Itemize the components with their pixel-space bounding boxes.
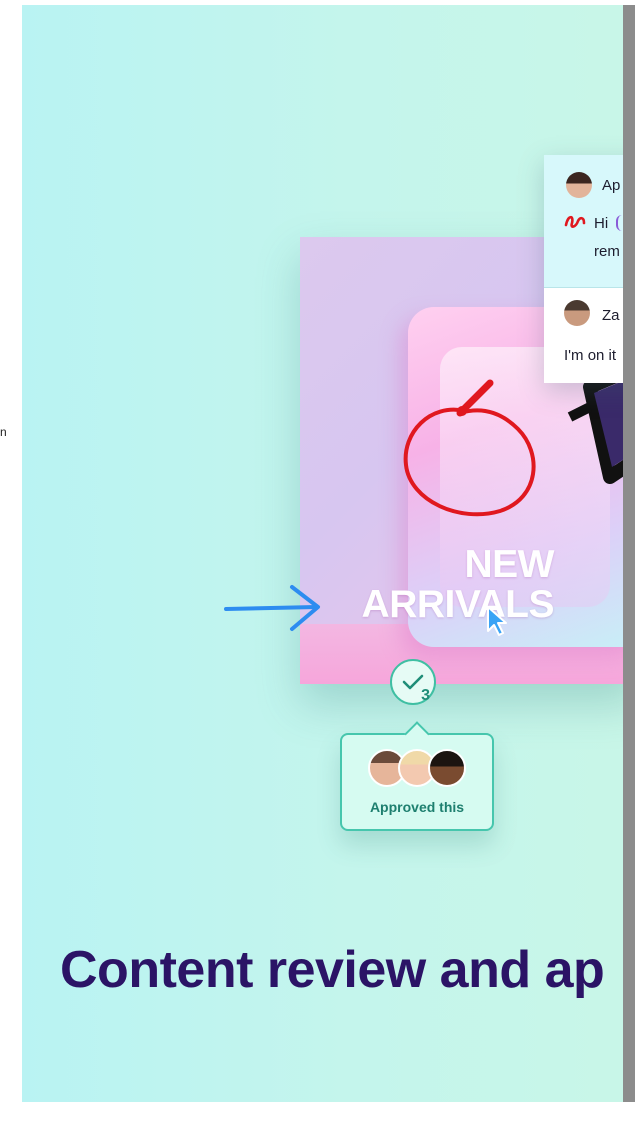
stray-character: n <box>0 425 7 439</box>
canvas-background: NEW ARRIVALS 3 Approved this Ap Hi rem Z… <box>22 5 623 1102</box>
scrollbar[interactable] <box>623 5 635 1102</box>
approval-badge[interactable]: 3 <box>390 659 436 705</box>
avatar <box>564 300 590 326</box>
hero-title-line1: NEW <box>464 543 555 586</box>
avatar <box>566 172 592 198</box>
comment-text-line2: rem <box>594 243 620 260</box>
approval-count: 3 <box>421 687 430 704</box>
comment-text: I'm on it <box>564 347 617 364</box>
avatar <box>428 749 466 787</box>
comment-panel[interactable]: Ap Hi rem Za I'm on it <box>544 155 623 383</box>
scribble-annotation <box>403 379 536 517</box>
arrow-annotation <box>224 585 320 631</box>
comment-text-line1: Hi <box>594 215 609 232</box>
comment-author: Ap <box>602 177 621 194</box>
divider <box>544 287 623 288</box>
page-headline: Content review and ap <box>60 941 605 999</box>
hero-title: NEW ARRIVALS <box>336 543 555 626</box>
hero-title-line2: ARRIVALS <box>361 583 555 626</box>
signature-icon <box>564 215 586 228</box>
approved-label: Approved this <box>369 799 465 815</box>
mention-marker <box>616 215 623 231</box>
approved-tooltip: Approved this <box>340 733 494 831</box>
comment-author: Za <box>602 307 620 324</box>
cursor-icon <box>487 606 507 636</box>
